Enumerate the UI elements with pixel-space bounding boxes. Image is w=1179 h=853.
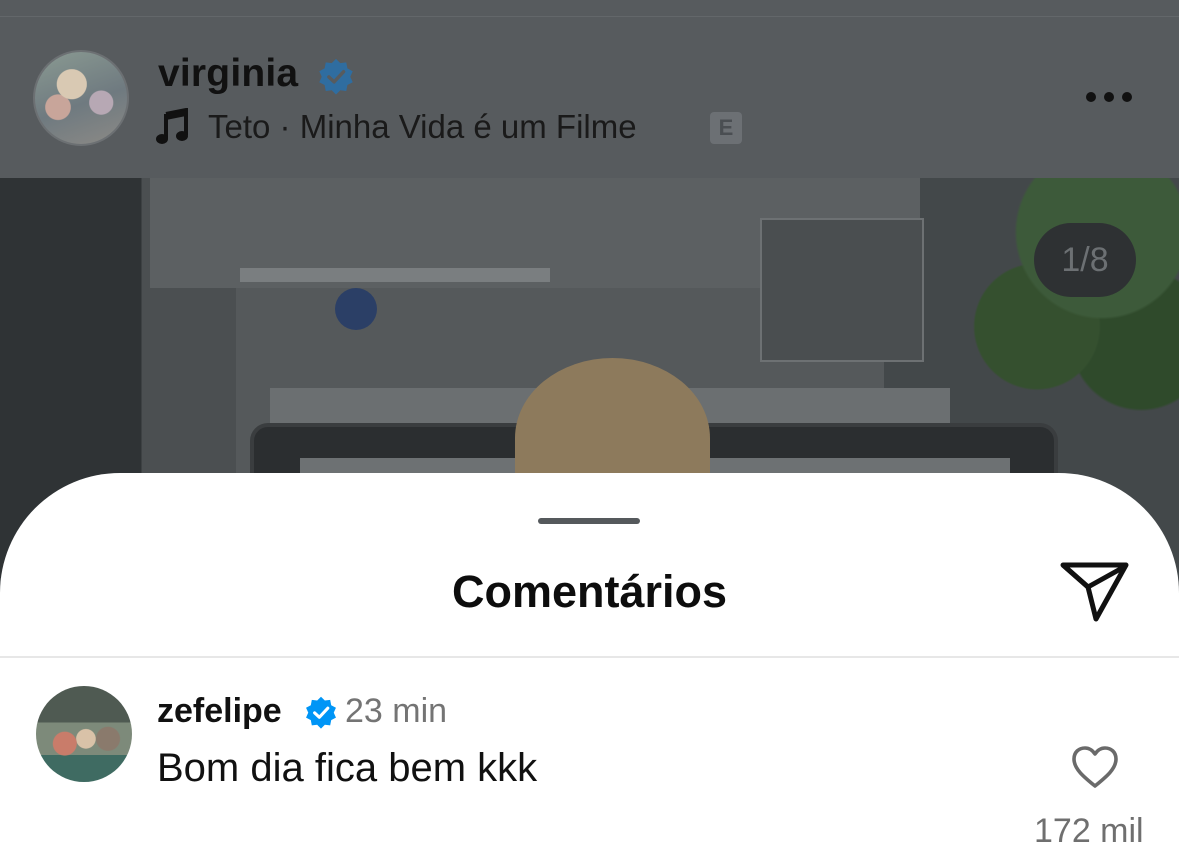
- dot: [1122, 92, 1132, 102]
- comment-text: Bom dia fica bem kkk: [157, 746, 538, 790]
- commenter-username[interactable]: zefelipe: [157, 692, 282, 731]
- more-options-icon[interactable]: [1086, 88, 1138, 106]
- sheet-drag-handle[interactable]: [538, 518, 640, 524]
- comments-title: Comentários: [451, 566, 728, 617]
- music-artist: Teto: [208, 108, 271, 145]
- header-divider: [0, 16, 1179, 17]
- dot: [1086, 92, 1096, 102]
- dot: [1104, 92, 1114, 102]
- heart-icon[interactable]: [1070, 744, 1120, 790]
- music-note-icon: [156, 108, 188, 144]
- comments-sheet: [0, 473, 1179, 853]
- carousel-counter: 1/8: [1034, 223, 1136, 297]
- image-machine: [760, 218, 924, 362]
- music-title: Minha Vida é um Filme: [299, 108, 637, 145]
- image-shelf: [240, 268, 550, 282]
- author-avatar[interactable]: [33, 50, 129, 146]
- explicit-badge: E: [710, 112, 742, 144]
- image-object: [335, 288, 377, 330]
- comment-like-count: 172 mil: [1034, 812, 1144, 850]
- verified-badge-icon: [306, 696, 336, 729]
- author-username[interactable]: virginia: [158, 52, 298, 96]
- send-icon[interactable]: [1058, 556, 1132, 624]
- sheet-divider: [0, 656, 1179, 658]
- comment-time: 23 min: [345, 692, 448, 730]
- verified-badge-icon: [319, 58, 353, 95]
- music-separator: ·: [279, 108, 291, 145]
- commenter-avatar[interactable]: [36, 686, 132, 782]
- music-info[interactable]: Teto · Minha Vida é um Filme: [208, 108, 637, 146]
- image-plant: [920, 178, 1179, 448]
